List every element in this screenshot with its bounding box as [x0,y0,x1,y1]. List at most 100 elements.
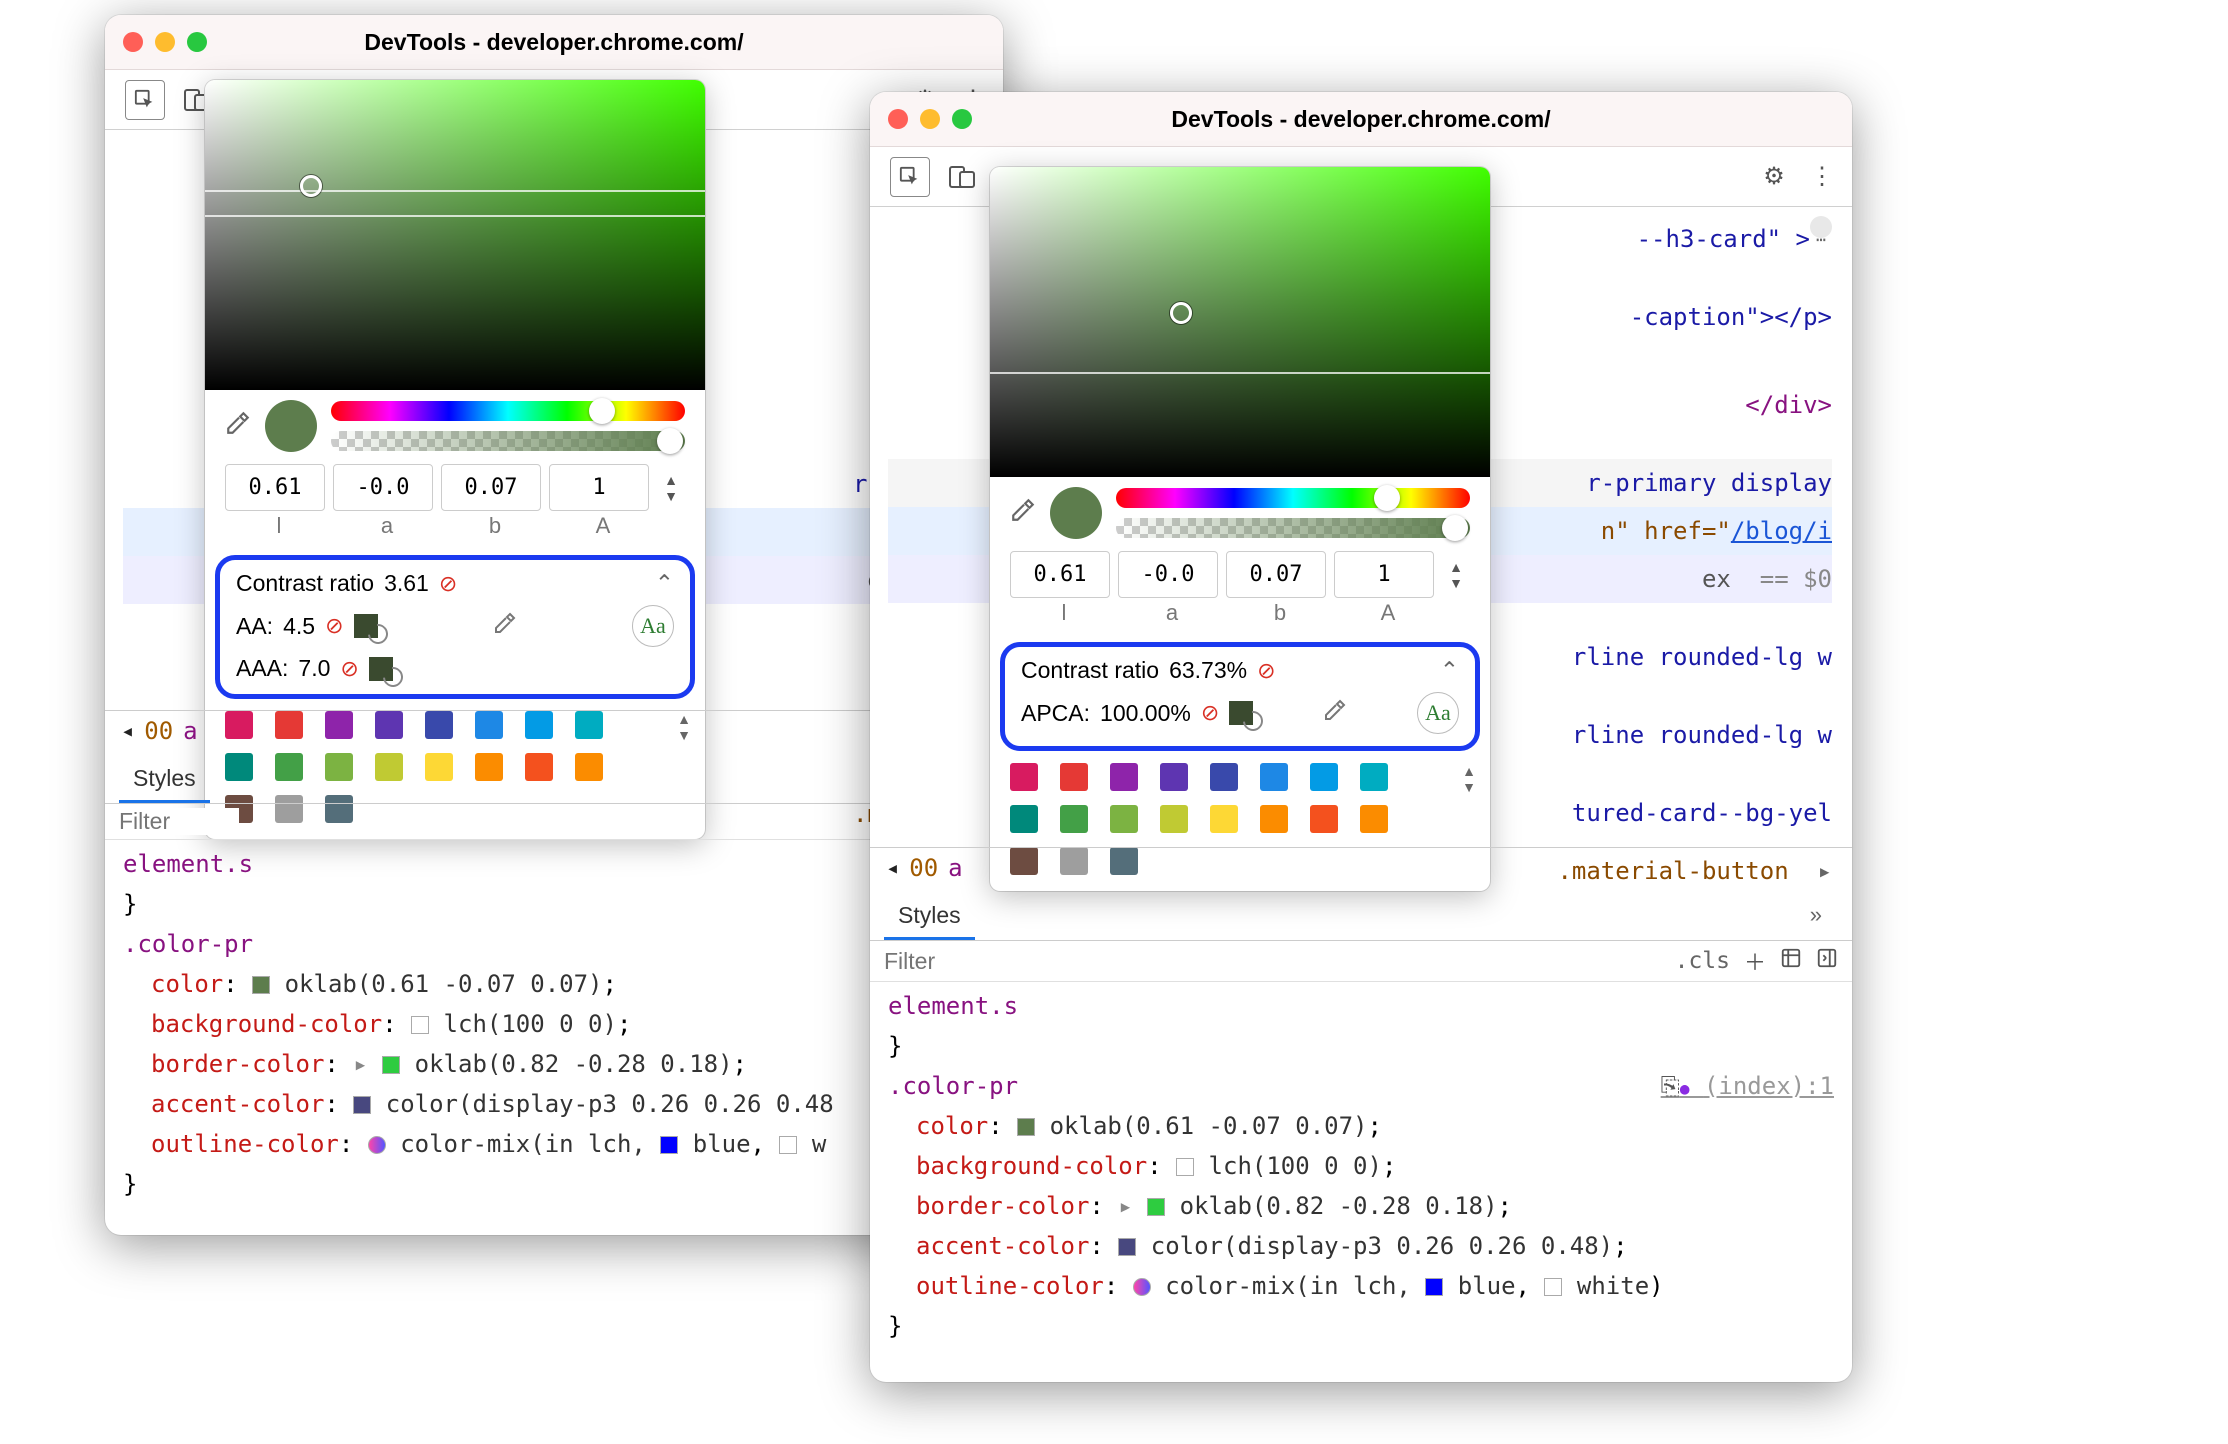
breadcrumb[interactable]: ◂ 00 a [870,847,1852,888]
sidebar-icon[interactable] [1816,947,1838,975]
bg-eyedropper-icon[interactable] [1323,698,1347,729]
hue-thumb[interactable] [589,398,615,424]
crumb-prev-icon[interactable]: ◂ [886,856,899,881]
close-icon[interactable] [123,32,143,52]
crumb-index[interactable]: 00 [144,717,173,745]
label-b: b [1226,600,1334,628]
inspect-button[interactable] [890,157,930,197]
palette-swatch[interactable] [1210,805,1238,833]
label-l: l [1010,600,1118,628]
color-mix-icon[interactable] [368,1136,386,1154]
css-rules[interactable]: element.s } .color-pr color: oklab(0.61 … [105,840,1003,1214]
alpha-thumb[interactable] [657,428,683,454]
aa-preview-button[interactable]: Aa [1417,692,1459,734]
fail-icon: ⊘ [325,613,343,639]
palette-swatch[interactable] [1260,805,1288,833]
crumb-selector[interactable]: a [948,854,962,882]
href-link[interactable]: /blog/i [1731,517,1832,545]
sv-cursor[interactable] [300,175,322,197]
color-mix-icon[interactable] [1133,1278,1151,1296]
suggest-swatch-icon[interactable] [1229,701,1253,725]
zoom-icon[interactable] [187,32,207,52]
alpha-slider[interactable] [1116,518,1470,538]
value-b[interactable]: 0.07 [1226,551,1326,598]
color-swatch-icon[interactable] [1147,1198,1165,1216]
value-l[interactable]: 0.61 [225,464,325,511]
inspect-button[interactable] [125,80,165,120]
crumb-index[interactable]: 00 [909,854,938,882]
alpha-slider[interactable] [331,431,685,451]
value-alpha[interactable]: 1 [1334,551,1434,598]
breadcrumb[interactable]: ◂ 00 a [105,710,1003,751]
palette-swatch[interactable] [1060,805,1088,833]
minimize-icon[interactable] [920,109,940,129]
tab-styles[interactable]: Styles [119,757,210,803]
tab-styles[interactable]: Styles [884,894,975,940]
palette-swatch[interactable] [1060,763,1088,791]
sv-cursor[interactable] [1170,302,1192,324]
palette-swatch[interactable] [1360,763,1388,791]
crumb-selector[interactable]: a [183,717,197,745]
color-swatch-icon[interactable] [411,1016,429,1034]
overflow-icon[interactable]: ⋯ [1810,216,1832,238]
filter-input[interactable] [884,948,1004,975]
kebab-icon[interactable]: ⋮ [1804,162,1840,191]
minimize-icon[interactable] [155,32,175,52]
color-swatch-icon[interactable] [252,976,270,994]
value-a[interactable]: -0.0 [1118,551,1218,598]
palette-swatch[interactable] [1010,763,1038,791]
saturation-value-area[interactable] [990,167,1490,477]
color-swatch-icon[interactable] [1544,1278,1562,1296]
gear-icon[interactable]: ⚙ [1756,162,1792,191]
device-mode-button[interactable] [942,157,982,197]
palette-swatch[interactable] [1310,763,1338,791]
more-icon[interactable]: » [1796,894,1836,940]
collapse-icon[interactable]: ⌃ [655,570,674,597]
palette-swatch[interactable] [1210,763,1238,791]
cls-button[interactable]: .cls [1675,948,1730,974]
palette-switch[interactable]: ▲▼ [1462,763,1476,795]
collapse-icon[interactable]: ⌃ [1440,657,1459,684]
hue-thumb[interactable] [1374,485,1400,511]
source-link[interactable]: ⎘● (index):1 [1661,1066,1834,1109]
aa-preview-button[interactable]: Aa [632,605,674,647]
color-swatch-icon[interactable] [1118,1238,1136,1256]
suggest-swatch-icon[interactable] [354,614,378,638]
css-rules[interactable]: element.s } .color-pr ⎘● (index):1 color… [870,982,1852,1356]
color-swatch-icon[interactable] [382,1056,400,1074]
filter-input[interactable] [119,808,239,835]
computed-icon[interactable] [1780,947,1802,975]
palette-swatch[interactable] [1260,763,1288,791]
eyedropper-icon[interactable] [1010,497,1036,530]
alpha-thumb[interactable] [1442,515,1468,541]
color-swatch-icon[interactable] [353,1096,371,1114]
color-swatch-icon[interactable] [660,1136,678,1154]
zoom-icon[interactable] [952,109,972,129]
format-switch[interactable]: ▲▼ [657,472,685,504]
palette-swatch[interactable] [1010,805,1038,833]
value-alpha[interactable]: 1 [549,464,649,511]
color-swatch-icon[interactable] [1425,1278,1443,1296]
value-l[interactable]: 0.61 [1010,551,1110,598]
color-swatch-icon[interactable] [779,1136,797,1154]
hue-slider[interactable] [331,401,685,421]
saturation-value-area[interactable] [205,80,705,390]
palette-swatch[interactable] [1160,763,1188,791]
crumb-prev-icon[interactable]: ◂ [121,719,134,744]
eyedropper-icon[interactable] [225,410,251,443]
palette-swatch[interactable] [1310,805,1338,833]
palette-swatch[interactable] [1360,805,1388,833]
palette-swatch[interactable] [1160,805,1188,833]
suggest-swatch-icon[interactable] [369,657,393,681]
color-swatch-icon[interactable] [1176,1158,1194,1176]
palette-swatch[interactable] [1110,763,1138,791]
bg-eyedropper-icon[interactable] [493,611,517,642]
format-switch[interactable]: ▲▼ [1442,559,1470,591]
close-icon[interactable] [888,109,908,129]
value-a[interactable]: -0.0 [333,464,433,511]
hue-slider[interactable] [1116,488,1470,508]
color-swatch-icon[interactable] [1017,1118,1035,1136]
palette-swatch[interactable] [1110,805,1138,833]
new-rule-icon[interactable]: ＋ [1744,945,1766,977]
value-b[interactable]: 0.07 [441,464,541,511]
